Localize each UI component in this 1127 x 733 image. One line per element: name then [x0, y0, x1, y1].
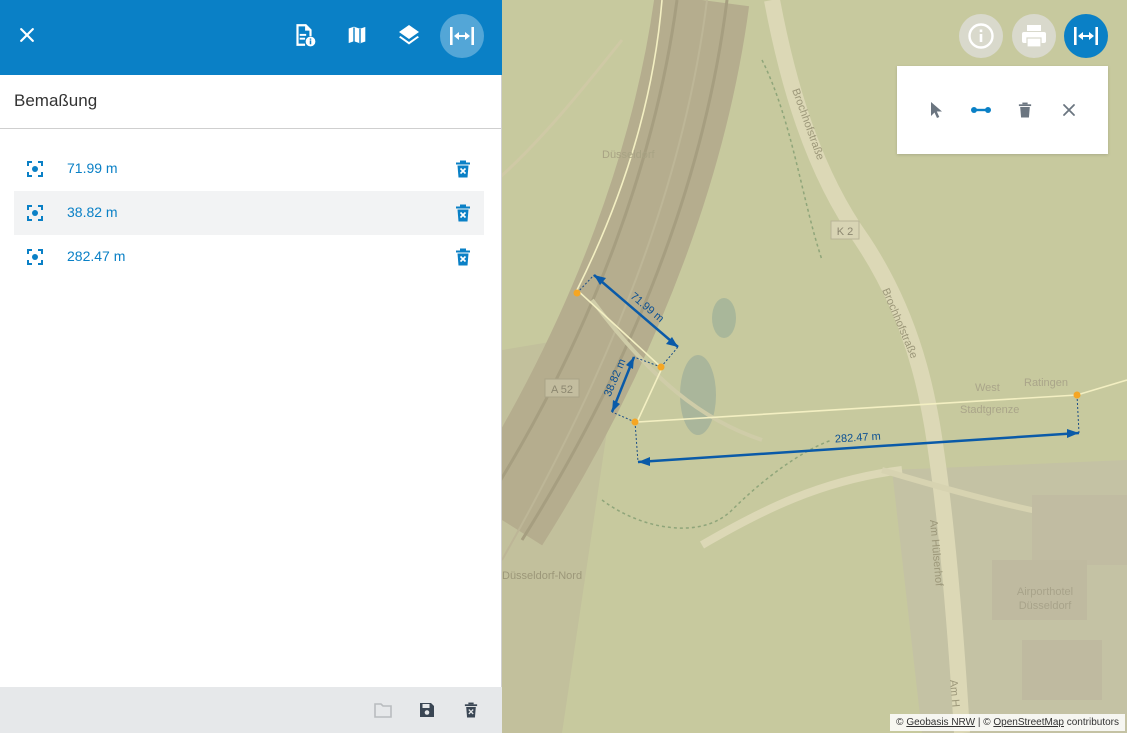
measurement-value: 71.99 m: [67, 160, 118, 176]
map-view[interactable]: 71.99 m 38.82 m 282.47 m Düsseldorf Broc…: [502, 0, 1127, 733]
map-label: Düsseldorf: [1019, 600, 1073, 612]
info-button[interactable]: [959, 14, 1003, 58]
building: [1032, 495, 1127, 565]
delete-all-button[interactable]: [461, 700, 481, 720]
measure-vertex[interactable]: [573, 289, 581, 297]
focus-icon[interactable]: [26, 160, 44, 178]
close-icon: [1063, 104, 1075, 116]
measure-icon: [1074, 27, 1098, 45]
delete-icon[interactable]: [455, 160, 471, 178]
delete-tool-button[interactable]: [1015, 100, 1035, 120]
delete-icon: [464, 702, 478, 718]
attribution-link-osm[interactable]: OpenStreetMap: [993, 717, 1064, 728]
map-label: Stadtgrenze: [960, 404, 1019, 416]
attribution-suffix: contributors: [1063, 717, 1119, 728]
divider: [0, 128, 502, 129]
measurement-list: 71.99 m 38.82 m 282.47 m: [14, 147, 484, 279]
pointer-icon: [931, 102, 942, 118]
document-info-icon: [296, 24, 316, 47]
map-label: Airporthotel: [1017, 586, 1073, 598]
measurement-value: 38.82 m: [67, 204, 118, 220]
attribution-prefix: ©: [896, 717, 907, 728]
attribution-link-geobasis[interactable]: Geobasis NRW: [906, 717, 975, 728]
layers-button[interactable]: [392, 18, 426, 52]
open-file-button[interactable]: [373, 700, 393, 720]
measure-tab-button[interactable]: [440, 14, 484, 58]
select-tool-button[interactable]: [927, 100, 947, 120]
measure-button[interactable]: [1064, 14, 1108, 58]
close-panel-button[interactable]: [10, 18, 44, 52]
measure-vertex[interactable]: [657, 363, 665, 371]
map-label: Ratingen: [1024, 377, 1068, 389]
measurement-row[interactable]: 71.99 m: [14, 147, 484, 191]
line-tool-button[interactable]: [971, 100, 991, 120]
measurement-value: 282.47 m: [67, 248, 126, 264]
save-icon: [420, 703, 434, 717]
folder-icon: [374, 703, 392, 718]
map-attribution: © Geobasis NRW | © OpenStreetMap contrib…: [890, 714, 1125, 731]
measure-toolbar: [897, 66, 1108, 154]
measurement-row[interactable]: 282.47 m: [14, 235, 484, 279]
road-shield-k2: K 2: [830, 220, 860, 240]
delete-icon[interactable]: [455, 248, 471, 266]
map-label: K 2: [837, 226, 854, 238]
save-button[interactable]: [417, 700, 437, 720]
panel-toolbar: [0, 0, 502, 75]
map-label: Düsseldorf-Nord: [502, 570, 582, 582]
print-icon: [1022, 25, 1046, 48]
line-icon: [971, 107, 991, 113]
panel-footer: [0, 687, 502, 733]
measurement-row[interactable]: 38.82 m: [14, 191, 484, 235]
close-toolbar-button[interactable]: [1059, 100, 1079, 120]
building: [1022, 640, 1102, 700]
measure-icon: [450, 27, 474, 45]
delete-icon[interactable]: [455, 204, 471, 222]
map-label: Am H: [947, 679, 961, 707]
print-button[interactable]: [1012, 14, 1056, 58]
info-icon: [968, 23, 994, 49]
measure-vertex[interactable]: [1073, 391, 1081, 399]
pond: [712, 298, 736, 338]
focus-icon[interactable]: [26, 204, 44, 222]
trash-icon: [1018, 102, 1032, 118]
measure-vertex[interactable]: [631, 418, 639, 426]
focus-icon[interactable]: [26, 248, 44, 266]
map-icon: [347, 25, 367, 45]
map-label: Düsseldorf: [602, 149, 656, 161]
pond: [680, 355, 716, 435]
close-icon: [20, 28, 34, 42]
map-label: West: [975, 382, 1000, 394]
map-button[interactable]: [340, 18, 374, 52]
panel-title: Bemaßung: [14, 91, 98, 110]
measurement-panel: Bemaßung 71.99 m 38.82 m 282.47 m: [0, 0, 502, 733]
map-label: A 52: [551, 384, 573, 396]
document-info-button[interactable]: [287, 18, 321, 52]
layers-icon: [399, 25, 419, 45]
attribution-separator: | ©: [975, 717, 994, 728]
road-shield-a52: A 52: [544, 378, 580, 398]
